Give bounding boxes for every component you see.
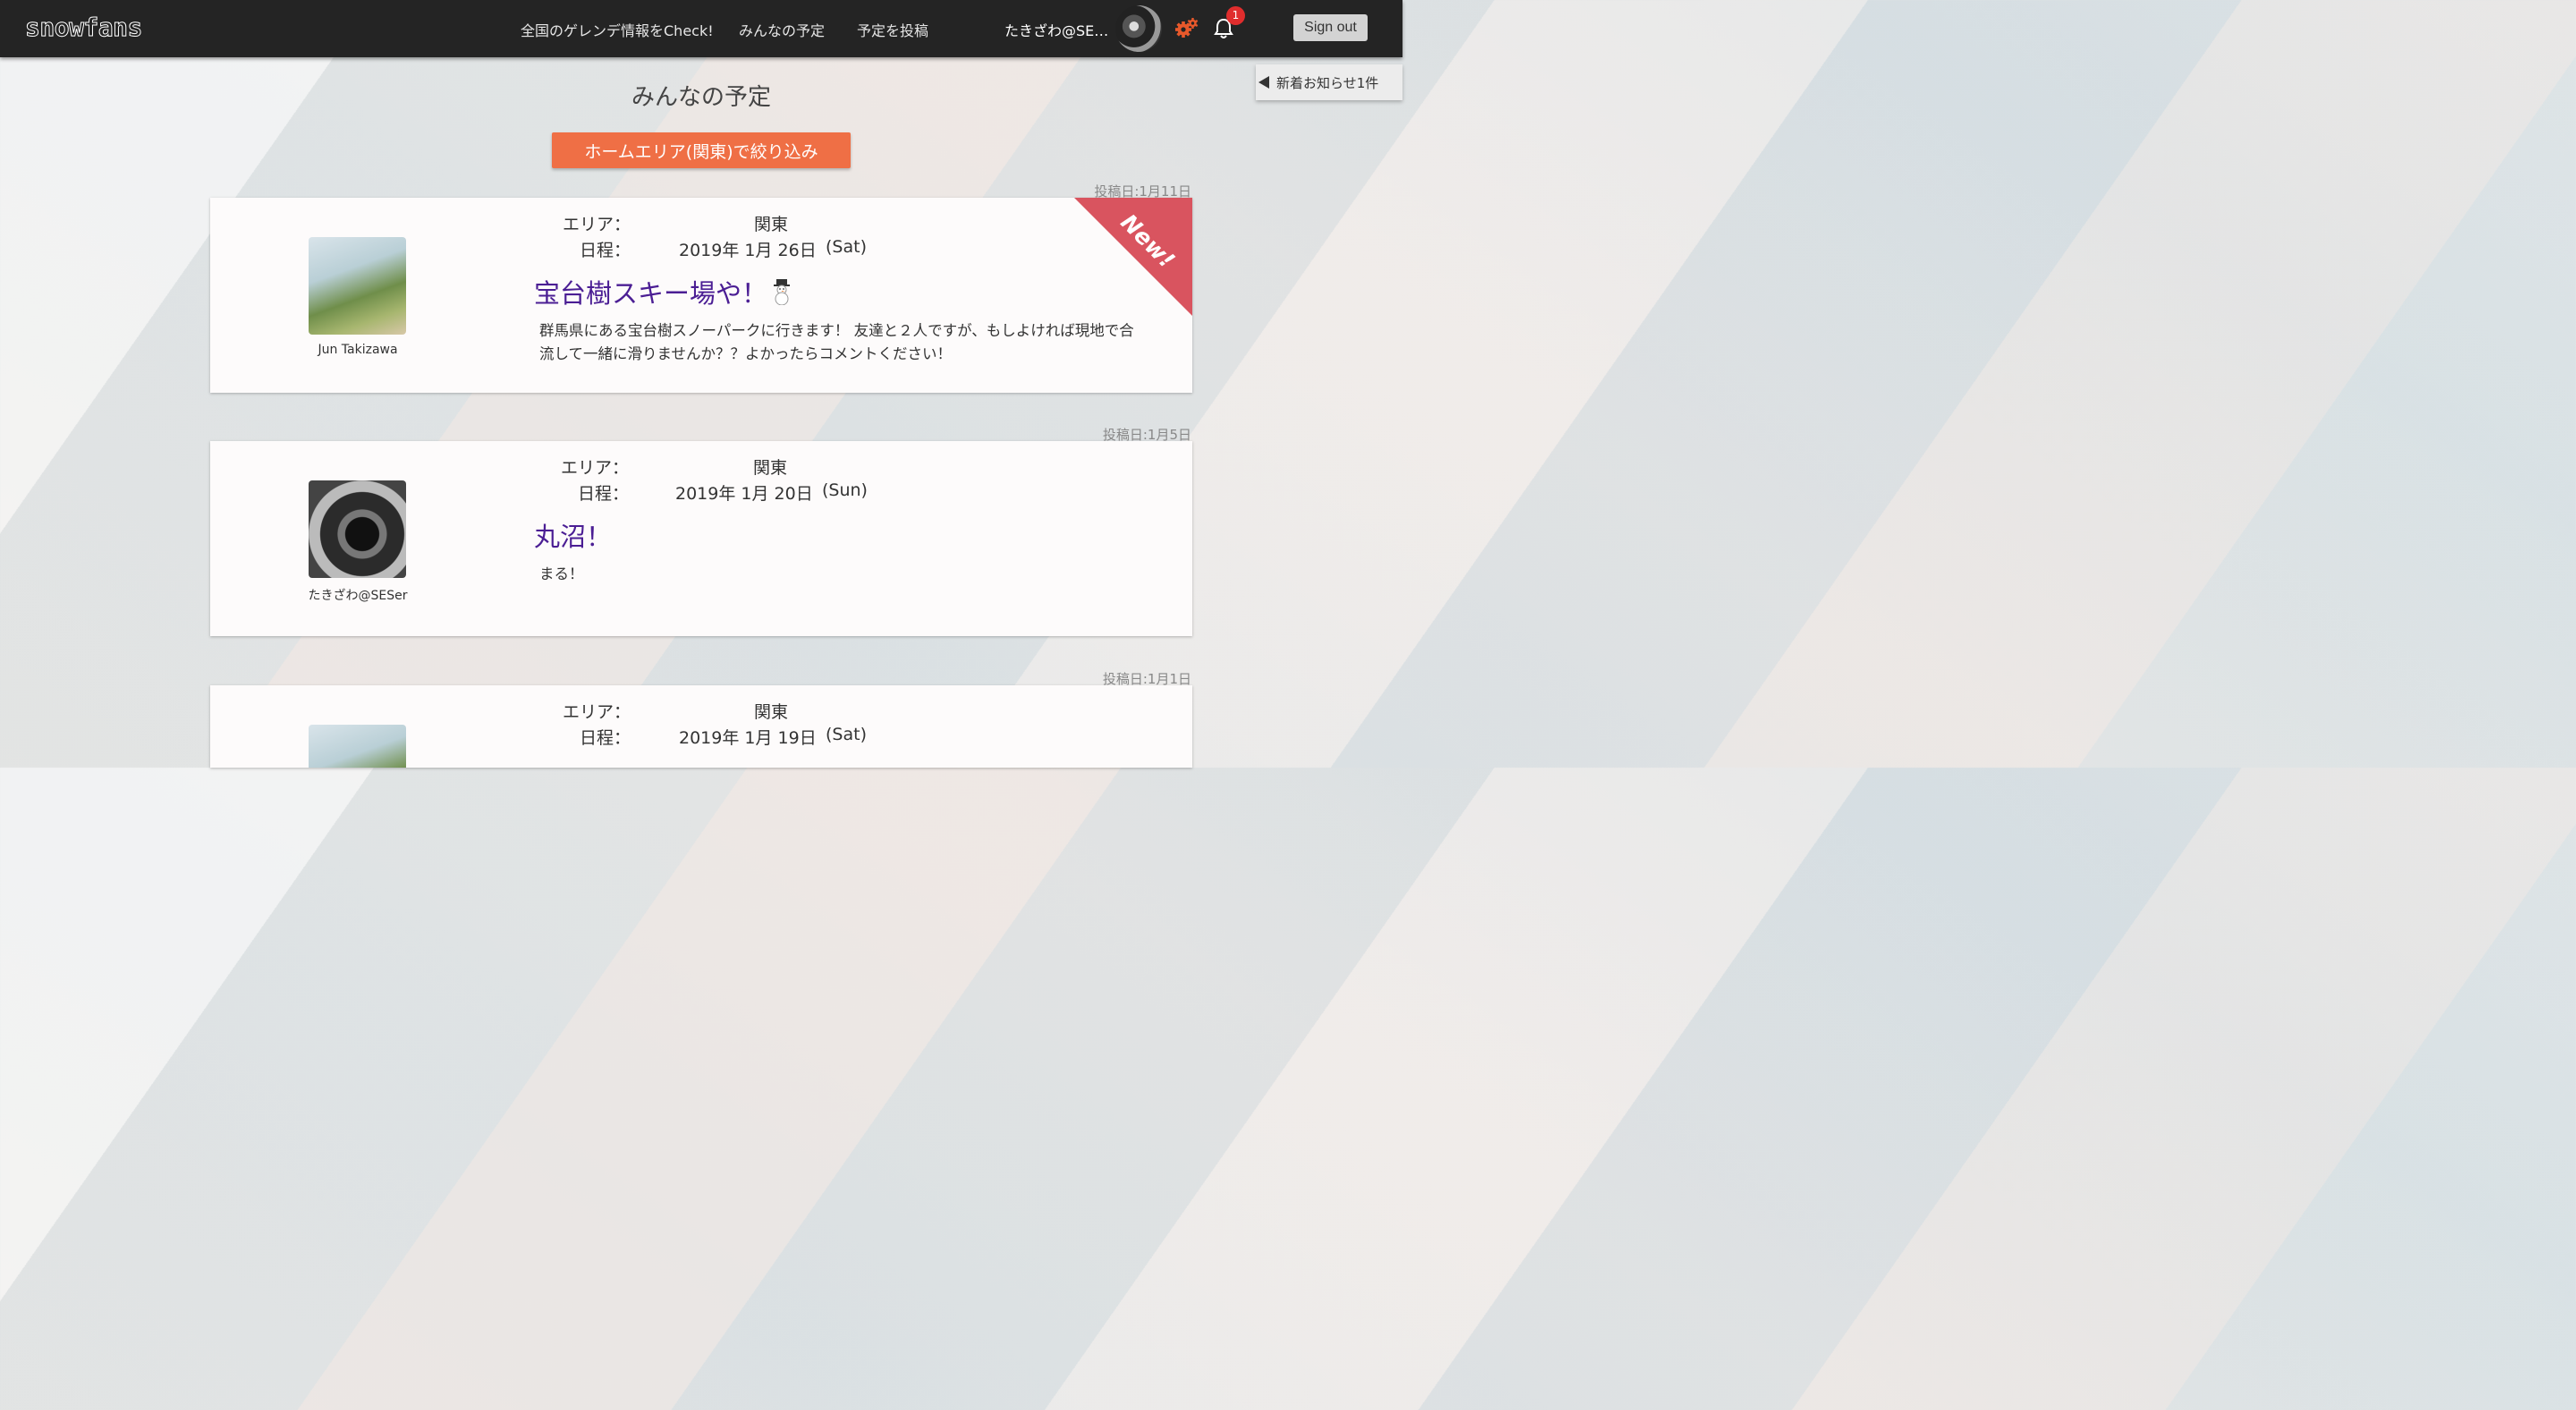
- post-description: 群馬県にある宝台樹スノーパークに行きます！ 友達と２人ですが、もしよければ現地で…: [539, 322, 1134, 362]
- nav-everyone-plans[interactable]: みんなの予定: [739, 19, 825, 40]
- page-title: みんなの予定: [631, 84, 771, 111]
- snowman-icon: [774, 279, 791, 305]
- new-ribbon: New!: [1074, 198, 1192, 316]
- post-card[interactable]: Jun Takizawa エリア： 関東 日程： 2019年 1月 26日 (S…: [210, 198, 1192, 393]
- post-title[interactable]: 宝台樹スキー場や！: [534, 273, 794, 310]
- nav-post-plan[interactable]: 予定を投稿: [857, 19, 928, 40]
- notice-label: 新着お知らせ1件: [1276, 74, 1379, 91]
- schedule-label: 日程：: [579, 241, 631, 260]
- post-title[interactable]: 丸沼！: [534, 516, 612, 554]
- author-avatar[interactable]: [309, 480, 406, 578]
- schedule-weekday: (Sat): [826, 237, 867, 257]
- area-value: 関東: [754, 215, 789, 234]
- notification-badge: 1: [1226, 6, 1245, 25]
- schedule-date: 2019年 1月 20日: [675, 484, 813, 504]
- username[interactable]: たきざわ@SES…: [1004, 19, 1114, 40]
- top-navbar: snowfans 全国のゲレンデ情報をCheck! みんなの予定 予定を投稿 た…: [0, 0, 1402, 57]
- author-avatar[interactable]: [309, 725, 406, 768]
- author-name[interactable]: Jun Takizawa: [264, 343, 452, 357]
- caret-left-icon: [1258, 76, 1269, 89]
- post-card[interactable]: エリア： 関東 日程： 2019年 1月 19日 (Sat): [210, 685, 1192, 768]
- area-label: エリア：: [560, 458, 629, 478]
- nav-ski-resorts[interactable]: 全国のゲレンデ情報をCheck!: [521, 19, 714, 40]
- schedule-date: 2019年 1月 19日: [679, 728, 817, 748]
- area-label: エリア：: [562, 702, 631, 722]
- schedule-date: 2019年 1月 26日: [679, 241, 817, 260]
- post-description: まる！: [539, 565, 584, 582]
- area-value: 関東: [754, 702, 789, 722]
- sign-out-button[interactable]: Sign out: [1293, 14, 1368, 41]
- post-card[interactable]: たきざわ@SESer エリア： 関東 日程： 2019年 1月 20日 (Sun…: [210, 441, 1192, 636]
- schedule-weekday: (Sun): [822, 480, 868, 500]
- filter-home-area-button[interactable]: ホームエリア(関東)で絞り込み: [552, 132, 851, 168]
- schedule-label: 日程：: [579, 728, 631, 748]
- notice-tab[interactable]: 新着お知らせ1件: [1256, 64, 1402, 100]
- logo[interactable]: snowfans: [25, 13, 143, 43]
- schedule-label: 日程：: [577, 484, 629, 504]
- area-label: エリア：: [562, 215, 631, 234]
- author-name[interactable]: たきざわ@SESer: [264, 586, 452, 604]
- user-avatar[interactable]: [1115, 5, 1162, 52]
- gear-icon[interactable]: [1174, 16, 1199, 41]
- schedule-weekday: (Sat): [826, 725, 867, 744]
- author-avatar[interactable]: [309, 237, 406, 335]
- area-value: 関東: [753, 458, 788, 478]
